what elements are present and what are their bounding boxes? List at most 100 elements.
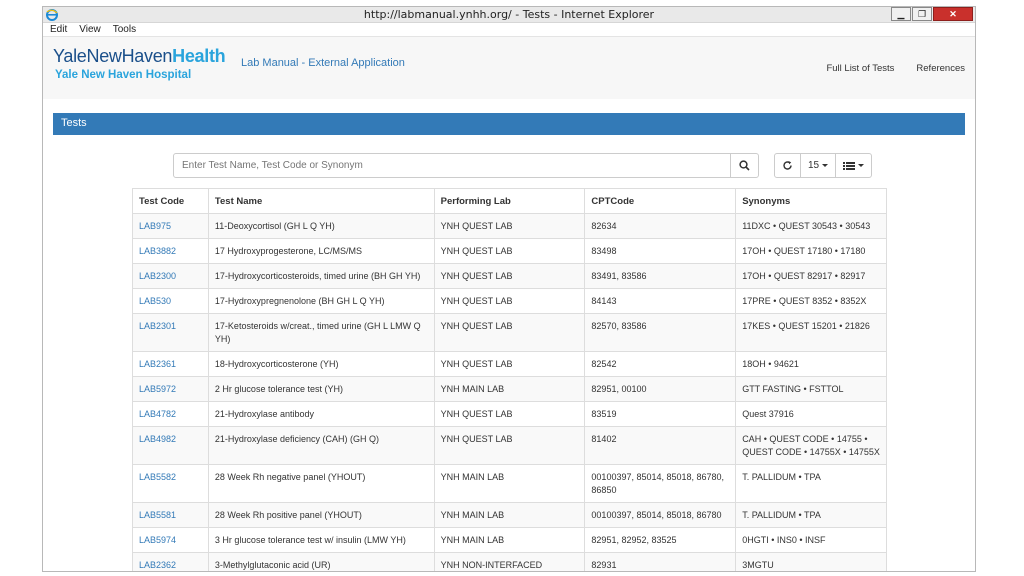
cell-cpt-code: 82931: [584, 552, 737, 571]
cell-synonyms: 17OH • QUEST 82917 • 82917: [735, 263, 887, 289]
cell-cpt-code: 00100397, 85014, 85018, 86780, 86850: [584, 464, 737, 503]
menu-tools[interactable]: Tools: [113, 24, 136, 35]
nav-full-list-of-tests[interactable]: Full List of Tests: [826, 63, 894, 74]
search-button[interactable]: [730, 154, 758, 177]
cell-test-name: 17 Hydroxyprogesterone, LC/MS/MS: [207, 238, 435, 264]
cell-synonyms: T. PALLIDUM • TPA: [735, 502, 887, 528]
cell-test-code[interactable]: LAB2300: [132, 263, 209, 289]
cell-cpt-code: 83491, 83586: [584, 263, 737, 289]
cell-test-name: 21-Hydroxylase antibody: [207, 401, 435, 427]
cell-test-code[interactable]: LAB530: [132, 288, 209, 314]
cell-performing-lab: YNH QUEST LAB: [433, 238, 586, 264]
table-row: LAB5972 2 Hr glucose tolerance test (YH) Y…: [132, 376, 887, 402]
table-row: LAB2301 17-Ketosteroids w/creat., timed u…: [132, 313, 887, 352]
cell-synonyms: Quest 37916: [735, 401, 887, 427]
cell-performing-lab: YNH MAIN LAB: [433, 376, 586, 402]
table-row: LAB2300 17-Hydroxycorticosteroids, timed …: [132, 263, 887, 289]
cell-test-code[interactable]: LAB975: [132, 213, 209, 239]
cell-test-name: 2 Hr glucose tolerance test (YH): [207, 376, 435, 402]
cell-synonyms: 3MGTU: [735, 552, 887, 571]
logo-text-1: YaleNewHaven: [53, 46, 173, 66]
menu-edit[interactable]: Edit: [50, 24, 67, 35]
table-row: LAB975 11-Deoxycortisol (GH L Q YH) YNH QU…: [132, 213, 887, 239]
cell-test-name: 17-Hydroxypregnenolone (BH GH L Q YH): [207, 288, 435, 314]
cell-performing-lab: YNH MAIN LAB: [433, 527, 586, 553]
cell-cpt-code: 82542: [584, 351, 737, 377]
table-row: LAB3882 17 Hydroxyprogesterone, LC/MS/MS Y…: [132, 238, 887, 264]
cell-cpt-code: 82951, 00100: [584, 376, 737, 402]
table-row: LAB5974 3 Hr glucose tolerance test w/ in…: [132, 527, 887, 553]
cell-performing-lab: YNH QUEST LAB: [433, 426, 586, 465]
cell-test-name: 28 Week Rh positive panel (YHOUT): [207, 502, 435, 528]
cell-performing-lab: YNH NON-INTERFACED: [433, 552, 586, 571]
table-row: LAB4982 21-Hydroxylase deficiency (CAH) (…: [132, 426, 887, 465]
cell-test-code[interactable]: LAB5972: [132, 376, 209, 402]
table-row: LAB2361 18-Hydroxycorticosterone (YH) YNH …: [132, 351, 887, 377]
close-button[interactable]: ✕: [933, 7, 973, 21]
cell-test-code[interactable]: LAB4982: [132, 426, 209, 465]
nav-references[interactable]: References: [916, 63, 965, 74]
page-size-dropdown[interactable]: 15: [801, 154, 837, 177]
cell-synonyms: 11DXC • QUEST 30543 • 30543: [735, 213, 887, 239]
cell-test-code[interactable]: LAB5581: [132, 502, 209, 528]
app-title-link[interactable]: Lab Manual - External Application: [241, 57, 405, 69]
refresh-button[interactable]: [775, 154, 801, 177]
column-header-performing-lab[interactable]: Performing Lab: [433, 188, 586, 214]
column-header-synonyms[interactable]: Synonyms: [735, 188, 887, 214]
cell-synonyms: 17KES • QUEST 15201 • 21826: [735, 313, 887, 352]
cell-test-code[interactable]: LAB4782: [132, 401, 209, 427]
restore-button[interactable]: ❐: [912, 7, 932, 21]
cell-performing-lab: YNH QUEST LAB: [433, 401, 586, 427]
table-row: LAB530 17-Hydroxypregnenolone (BH GH L Q …: [132, 288, 887, 314]
cell-test-code[interactable]: LAB5974: [132, 527, 209, 553]
cell-test-code[interactable]: LAB2301: [132, 313, 209, 352]
logo-text-2: Health: [172, 46, 226, 66]
cell-cpt-code: 83498: [584, 238, 737, 264]
columns-dropdown[interactable]: [836, 154, 871, 177]
logo-subtitle: Yale New Haven Hospital: [55, 69, 192, 81]
refresh-icon: [783, 161, 792, 170]
cell-performing-lab: YNH QUEST LAB: [433, 263, 586, 289]
cell-test-name: 17-Ketosteroids w/creat., timed urine (G…: [207, 313, 435, 352]
table-toolbar: 15: [774, 153, 873, 178]
cell-cpt-code: 82634: [584, 213, 737, 239]
cell-test-name: 18-Hydroxycorticosterone (YH): [207, 351, 435, 377]
cell-test-name: 3 Hr glucose tolerance test w/ insulin (…: [207, 527, 435, 553]
cell-test-code[interactable]: LAB5582: [132, 464, 209, 503]
chevron-down-icon: [858, 164, 865, 167]
title-bar: http://labmanual.ynhh.org/ - Tests - Int…: [43, 7, 975, 23]
cell-test-code[interactable]: LAB2361: [132, 351, 209, 377]
search-input[interactable]: [174, 154, 730, 177]
top-nav: Full List of Tests References: [804, 63, 965, 74]
cell-synonyms: T. PALLIDUM • TPA: [735, 464, 887, 503]
table-row: LAB5582 28 Week Rh negative panel (YHOUT)…: [132, 464, 887, 503]
cell-performing-lab: YNH QUEST LAB: [433, 213, 586, 239]
table-row: LAB4782 21-Hydroxylase antibody YNH QUEST …: [132, 401, 887, 427]
window-title: http://labmanual.ynhh.org/ - Tests - Int…: [363, 8, 655, 21]
cell-cpt-code: 81402: [584, 426, 737, 465]
column-header-test-code[interactable]: Test Code: [132, 188, 209, 214]
cell-cpt-code: 84143: [584, 288, 737, 314]
search-icon: [739, 160, 750, 171]
cell-test-name: 17-Hydroxycorticosteroids, timed urine (…: [207, 263, 435, 289]
cell-cpt-code: 82570, 83586: [584, 313, 737, 352]
tests-table: Test Code Test Name Performing Lab CPTCo…: [132, 188, 887, 571]
cell-synonyms: 17OH • QUEST 17180 • 17180: [735, 238, 887, 264]
table-header-row: Test Code Test Name Performing Lab CPTCo…: [132, 188, 887, 214]
menu-view[interactable]: View: [79, 24, 101, 35]
cell-performing-lab: YNH QUEST LAB: [433, 351, 586, 377]
cell-synonyms: 0HGTI • INS0 • INSF: [735, 527, 887, 553]
search-box: [173, 153, 759, 178]
chevron-down-icon: [822, 164, 829, 167]
cell-test-code[interactable]: LAB3882: [132, 238, 209, 264]
minimize-button[interactable]: ▁: [891, 7, 911, 21]
list-icon: [843, 161, 856, 170]
column-header-cpt-code[interactable]: CPTCode: [584, 188, 737, 214]
cell-synonyms: 18OH • 94621: [735, 351, 887, 377]
cell-test-name: 28 Week Rh negative panel (YHOUT): [207, 464, 435, 503]
cell-synonyms: GTT FASTING • FSTTOL: [735, 376, 887, 402]
menu-bar: Edit View Tools: [43, 23, 975, 37]
logo[interactable]: YaleNewHavenHealth: [53, 46, 226, 67]
column-header-test-name[interactable]: Test Name: [207, 188, 435, 214]
cell-test-code[interactable]: LAB2362: [132, 552, 209, 571]
